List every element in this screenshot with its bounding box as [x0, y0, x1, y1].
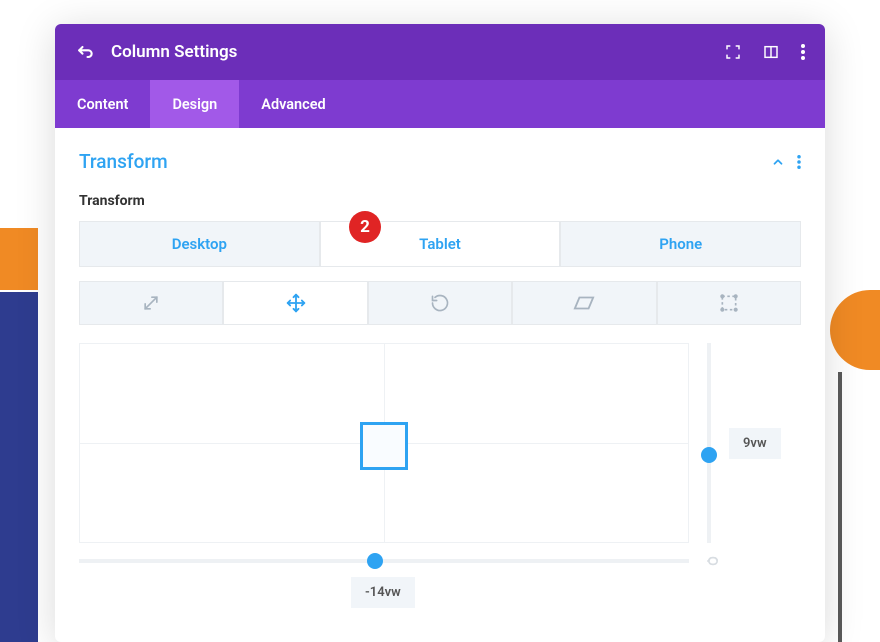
- main-tabs: Content Design Advanced: [55, 80, 825, 128]
- y-value-wrapper: 9vw: [729, 343, 781, 543]
- section-head-actions: [771, 155, 801, 169]
- op-tab-rotate[interactable]: [368, 281, 512, 325]
- bg-accent-blue-left: [0, 292, 38, 642]
- y-value[interactable]: 9vw: [729, 428, 781, 459]
- rotate-icon: [430, 293, 450, 313]
- modal-title: Column Settings: [111, 42, 725, 62]
- focus-icon[interactable]: [725, 44, 741, 60]
- panel-body: Transform Transform 2 Desktop Tablet Pho…: [55, 128, 825, 630]
- step-badge: 2: [349, 211, 381, 243]
- tab-content[interactable]: Content: [55, 80, 150, 128]
- bg-accent-orange-top: [0, 228, 38, 290]
- x-slider-handle[interactable]: [367, 553, 383, 569]
- op-tab-translate[interactable]: [223, 281, 367, 325]
- link-icon[interactable]: [703, 554, 723, 568]
- transform-label: Transform: [79, 193, 801, 209]
- x-value-wrapper: -14vw: [351, 577, 801, 608]
- scale-icon: [141, 293, 161, 313]
- layout-icon[interactable]: [763, 44, 779, 60]
- tab-advanced[interactable]: Advanced: [239, 80, 347, 128]
- op-tab-origin[interactable]: [657, 281, 801, 325]
- tab-design[interactable]: Design: [150, 80, 239, 128]
- more-icon[interactable]: [801, 44, 805, 60]
- section-title[interactable]: Transform: [79, 150, 168, 173]
- transform-handle-box[interactable]: [360, 422, 408, 470]
- x-value[interactable]: -14vw: [351, 577, 415, 608]
- device-tab-phone[interactable]: Phone: [560, 221, 801, 267]
- op-tab-skew[interactable]: [512, 281, 656, 325]
- modal-header: Column Settings: [55, 24, 825, 80]
- section-head: Transform: [79, 150, 801, 173]
- bg-accent-gray-right: [838, 372, 842, 642]
- move-icon: [286, 293, 306, 313]
- back-icon[interactable]: [75, 42, 95, 62]
- origin-icon: [719, 293, 739, 313]
- y-slider[interactable]: [703, 343, 715, 543]
- op-tab-scale[interactable]: [79, 281, 223, 325]
- skew-icon: [573, 292, 595, 314]
- collapse-icon[interactable]: [771, 155, 785, 169]
- transform-type-tabs: [79, 281, 801, 325]
- transform-canvas[interactable]: [79, 343, 689, 543]
- x-slider[interactable]: [79, 553, 689, 569]
- x-slider-track: [79, 559, 689, 563]
- settings-modal: Column Settings Content Design Advanced …: [55, 24, 825, 642]
- bg-accent-orange-right: [830, 290, 880, 370]
- y-slider-track: [707, 343, 711, 543]
- x-slider-row: [79, 553, 801, 569]
- device-tab-desktop[interactable]: Desktop: [79, 221, 320, 267]
- y-slider-handle[interactable]: [701, 447, 717, 463]
- device-tabs: 2 Desktop Tablet Phone: [79, 221, 801, 267]
- transform-canvas-row: 9vw: [79, 343, 801, 543]
- header-actions: [725, 44, 805, 60]
- section-more-icon[interactable]: [797, 155, 801, 169]
